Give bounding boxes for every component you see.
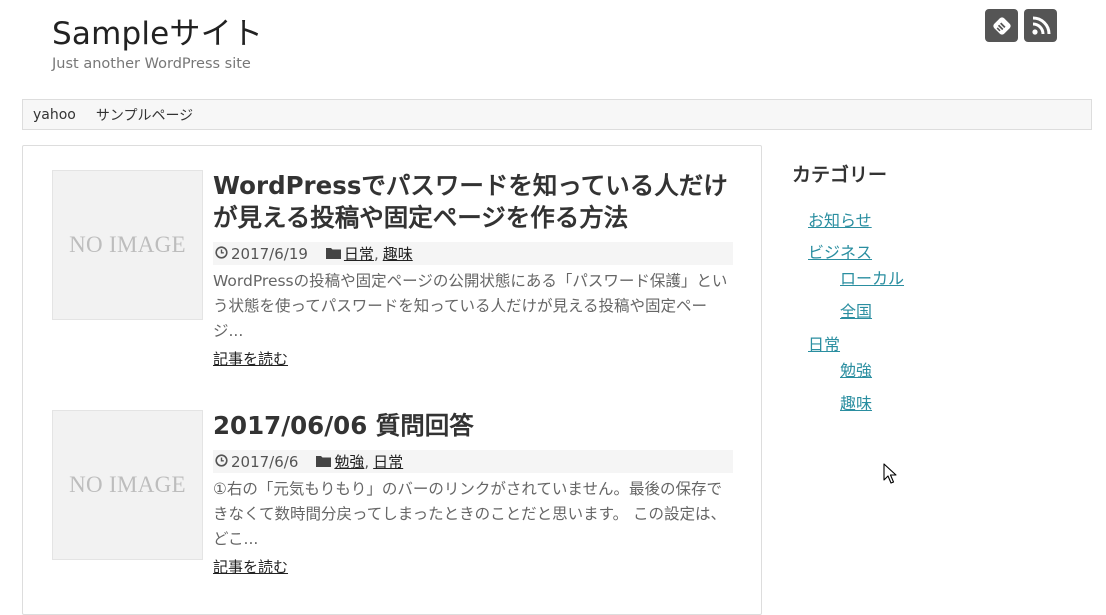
subcategory-list: ローカル 全国 [840, 265, 1092, 322]
post-date: 2017/6/19 [231, 244, 308, 263]
header-icons [985, 9, 1057, 42]
post-excerpt: WordPressの投稿や固定ページの公開状態にある「パスワード保護」という状態… [213, 272, 728, 340]
read-more-link[interactable]: 記事を読む [213, 348, 288, 369]
post-body: 2017/06/06 質問回答 2017/6/6 勉強, 日常 ①右の「元気もり… [213, 410, 733, 577]
category-link[interactable]: 勉強 [334, 451, 364, 472]
site-header: Sampleサイト Just another WordPress site [0, 0, 1106, 95]
post-thumbnail[interactable]: NO IMAGE [52, 410, 203, 560]
rss-icon[interactable] [1024, 9, 1057, 42]
main-content: NO IMAGE WordPressでパスワードを知っている人だけが見える投稿や… [22, 145, 762, 615]
category-link-hobby[interactable]: 趣味 [840, 394, 872, 413]
clock-icon [215, 453, 228, 471]
category-item: ビジネス ローカル 全国 [808, 239, 1092, 322]
category-link-local[interactable]: ローカル [840, 269, 904, 288]
category-link[interactable]: 日常 [373, 451, 403, 472]
folder-icon [316, 453, 332, 471]
post-title[interactable]: WordPressでパスワードを知っている人だけが見える投稿や固定ページを作る方… [213, 170, 733, 234]
feedly-icon[interactable] [985, 9, 1018, 42]
category-link[interactable]: 趣味 [383, 243, 413, 264]
post-date: 2017/6/6 [231, 452, 299, 471]
mouse-cursor-icon [883, 463, 897, 489]
category-item: 日常 勉強 趣味 [808, 331, 1092, 414]
category-link-oshirase[interactable]: お知らせ [808, 211, 872, 230]
nav-item-yahoo[interactable]: yahoo [33, 107, 76, 123]
category-link-daily[interactable]: 日常 [808, 335, 840, 354]
subcategory-list: 勉強 趣味 [840, 357, 1092, 414]
sidebar: カテゴリー お知らせ ビジネス ローカル 全国 日常 勉強 趣味 [792, 160, 1092, 423]
category-link-business[interactable]: ビジネス [808, 243, 872, 262]
category-link-study[interactable]: 勉強 [840, 361, 872, 380]
folder-icon [325, 245, 341, 263]
site-title[interactable]: Sampleサイト [52, 8, 263, 53]
post-excerpt: ①右の「元気もりもり」のバーのリンクがされていません。最後の保存できなくて数時間… [213, 480, 727, 548]
category-item: お知らせ [808, 207, 1092, 231]
category-list: お知らせ ビジネス ローカル 全国 日常 勉強 趣味 [792, 207, 1092, 414]
category-link[interactable]: 日常 [344, 243, 374, 264]
nav-item-sample-page[interactable]: サンプルページ [96, 105, 193, 125]
read-more-link[interactable]: 記事を読む [213, 556, 288, 577]
clock-icon [215, 245, 228, 263]
post-meta: 2017/6/19 日常, 趣味 [213, 242, 733, 265]
post-title[interactable]: 2017/06/06 質問回答 [213, 410, 733, 442]
post-body: WordPressでパスワードを知っている人だけが見える投稿や固定ページを作る方… [213, 170, 733, 369]
global-nav: yahoo サンプルページ [22, 99, 1092, 130]
category-link-national[interactable]: 全国 [840, 302, 872, 321]
category-widget-title: カテゴリー [792, 164, 888, 186]
post-thumbnail[interactable]: NO IMAGE [52, 170, 203, 320]
post-meta: 2017/6/6 勉強, 日常 [213, 450, 733, 473]
category-separator: , [373, 244, 379, 263]
category-separator: , [364, 452, 370, 471]
site-description: Just another WordPress site [52, 56, 251, 72]
